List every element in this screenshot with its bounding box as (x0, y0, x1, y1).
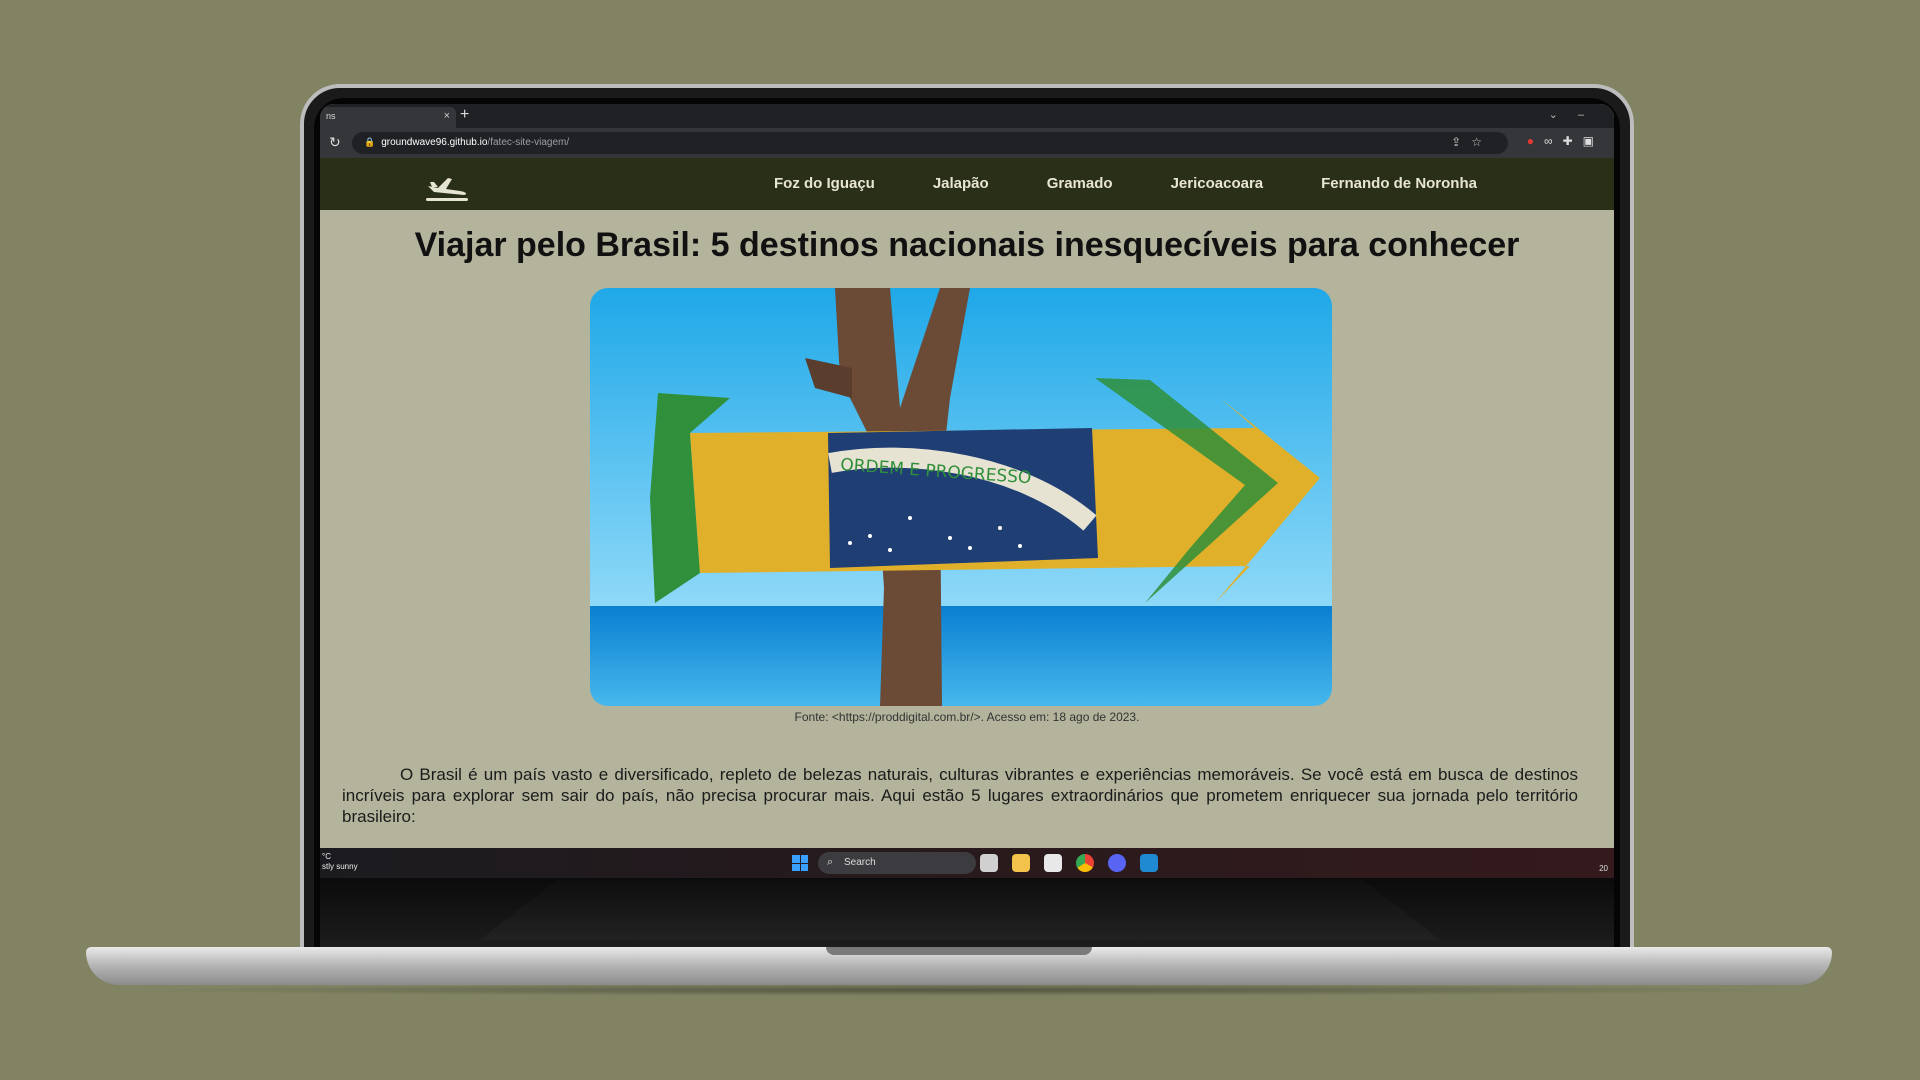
share-icon[interactable]: ⇪ (1451, 135, 1471, 149)
reload-icon[interactable]: ↻ (329, 134, 341, 151)
side-panel-icon[interactable]: ▣ (1583, 134, 1604, 148)
adblock-icon[interactable]: ● (1527, 134, 1544, 148)
windows-start-icon[interactable] (792, 855, 808, 871)
browser-tab-bar: ns × + ⌄– (320, 104, 1614, 128)
lock-icon: 🔒 (364, 137, 376, 147)
site-navbar: Foz do Iguaçu Jalapão Gramado Jericoacoa… (320, 158, 1614, 210)
nav-link-jalapao[interactable]: Jalapão (933, 175, 989, 192)
weather-widget[interactable]: °C stly sunny (322, 852, 358, 872)
nav-link-jericoacoara[interactable]: Jericoacoara (1171, 175, 1264, 192)
browser-toolbar: ↻ 🔒 groundwave96.github.io/fatec-site-via… (320, 128, 1614, 158)
nav-link-fernando-de-noronha[interactable]: Fernando de Noronha (1321, 175, 1477, 192)
tab-title: ns (326, 111, 336, 121)
hero-image: ORDEM E PROGRESSO (590, 288, 1332, 706)
extensions-puzzle-icon[interactable]: ✚ (1563, 134, 1583, 148)
taskbar: °C stly sunny ⌕ Search 20 (320, 848, 1614, 878)
laptop-screen: ns × + ⌄– ↻ 🔒 groundwave96.github.io/fate… (320, 104, 1614, 878)
omnibox-actions[interactable]: ⇪☆ (1451, 135, 1492, 149)
url-path: /fatec-site-viagem/ (487, 137, 570, 148)
airplane-logo-icon[interactable] (424, 168, 470, 202)
browser-tab[interactable]: ns × (320, 107, 456, 128)
incognito-icon[interactable]: ∞ (1544, 134, 1563, 148)
nav-links: Foz do Iguaçu Jalapão Gramado Jericoacoa… (774, 175, 1535, 192)
bookmark-star-icon[interactable]: ☆ (1471, 135, 1492, 149)
keyboard-reflection (480, 880, 1440, 940)
weather-temp: °C (322, 852, 331, 861)
nav-link-gramado[interactable]: Gramado (1047, 175, 1113, 192)
new-tab-button[interactable]: + (460, 106, 469, 124)
laptop-notch (826, 947, 1092, 955)
search-icon: ⌕ (827, 856, 834, 868)
extension-icons[interactable]: ●∞✚▣ (1527, 134, 1604, 148)
page-title: Viajar pelo Brasil: 5 destinos nacionais… (414, 226, 1520, 264)
url-host: groundwave96.github.io (381, 137, 488, 148)
taskbar-apps (980, 854, 1172, 872)
search-label: Search (844, 857, 876, 868)
clock[interactable]: 20 (1599, 864, 1608, 873)
nav-link-foz-do-iguacu[interactable]: Foz do Iguaçu (774, 175, 875, 192)
window-controls[interactable]: ⌄– (1549, 108, 1604, 121)
laptop-shadow (120, 984, 1800, 996)
file-explorer-icon[interactable] (1012, 854, 1030, 872)
close-tab-icon[interactable]: × (444, 110, 450, 122)
address-bar[interactable]: 🔒 groundwave96.github.io/fatec-site-viage… (352, 132, 1508, 154)
intro-paragraph: O Brasil é um país vasto e diversificado… (342, 765, 1578, 826)
discord-icon[interactable] (1108, 854, 1126, 872)
task-view-icon[interactable] (980, 854, 998, 872)
weather-desc: stly sunny (322, 862, 358, 871)
chrome-icon[interactable] (1076, 854, 1094, 872)
image-caption: Fonte: <https://proddigital.com.br/>. Ac… (794, 710, 1140, 724)
vscode-icon[interactable] (1140, 854, 1158, 872)
store-icon[interactable] (1044, 854, 1062, 872)
taskbar-search[interactable]: ⌕ Search (818, 852, 976, 874)
